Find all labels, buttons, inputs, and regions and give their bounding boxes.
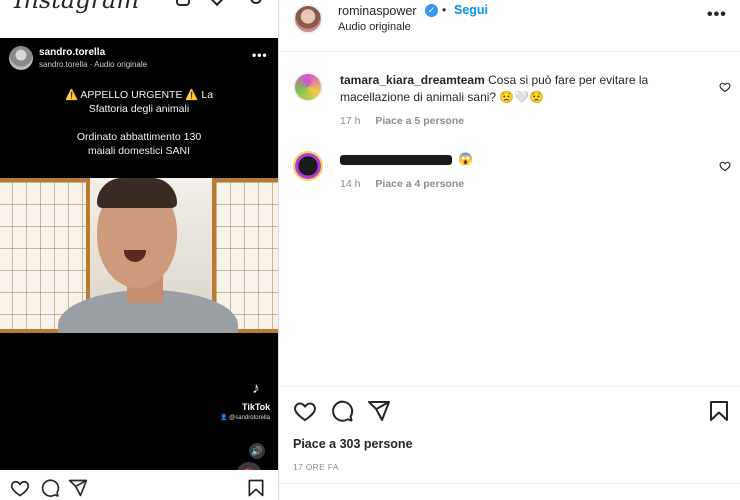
video-caption-line: Sfattoria degli animali bbox=[88, 103, 190, 115]
comment-likes[interactable]: Piace a 4 persone bbox=[375, 178, 464, 190]
instagram-post-view: Instagram sandro.torella sandro.torella … bbox=[0, 0, 740, 500]
video-caption-line: ⚠️ APPELLO URGENTE ⚠️ La bbox=[64, 89, 214, 101]
video-author-avatar[interactable] bbox=[9, 46, 33, 70]
mute-button[interactable]: 🔇 bbox=[236, 462, 262, 470]
video-caption-line: Ordinato abbattimento 130 bbox=[76, 131, 202, 143]
commenter-avatar[interactable] bbox=[293, 72, 323, 102]
video-frame bbox=[0, 178, 278, 333]
comment-likes[interactable]: Piace a 5 persone bbox=[375, 115, 464, 127]
post-details-panel: rominaspower ✓ • Segui Audio originale •… bbox=[279, 0, 740, 500]
video-more-icon[interactable]: ••• bbox=[252, 48, 268, 62]
tiktok-logo-icon: ♪ bbox=[252, 380, 260, 397]
commenter-username[interactable]: tamara_kiara_dreamteam bbox=[340, 73, 485, 87]
post-timestamp[interactable]: 17 ORE FA bbox=[293, 462, 339, 472]
video-column: Instagram sandro.torella sandro.torella … bbox=[0, 0, 278, 500]
audio-original-link[interactable]: Audio originale bbox=[338, 21, 411, 33]
author-username[interactable]: rominaspower bbox=[338, 4, 417, 18]
comment-meta: 17 h Piace a 5 persone bbox=[340, 115, 464, 127]
post-actions-bar: Piace a 303 persone 17 ORE FA bbox=[279, 386, 740, 500]
tiktok-handle: 👤 @sandrotorella bbox=[220, 415, 270, 421]
verified-badge-icon: ✓ bbox=[425, 4, 438, 17]
video-actions bbox=[0, 470, 278, 500]
post-header: rominaspower ✓ • Segui Audio originale •… bbox=[279, 0, 740, 52]
comment-body: tamara_kiara_dreamteam Cosa si può fare … bbox=[340, 72, 702, 106]
author-avatar[interactable] bbox=[293, 4, 323, 34]
person-hair bbox=[97, 178, 177, 208]
tiktok-watermark: TikTok bbox=[242, 402, 271, 412]
video-caption-line: maiali domestici SANI bbox=[87, 145, 191, 157]
video-author-name[interactable]: sandro.torella bbox=[39, 47, 105, 58]
comment-time[interactable]: 14 h bbox=[340, 178, 360, 190]
comment-text: 😱 bbox=[458, 152, 474, 166]
commenter-username-redacted[interactable] bbox=[340, 154, 452, 165]
more-options-icon[interactable]: ••• bbox=[707, 6, 727, 24]
commenter-avatar[interactable] bbox=[293, 151, 323, 181]
bookmark-icon[interactable] bbox=[707, 399, 731, 423]
comment-meta: 14 h Piace a 4 persone bbox=[340, 178, 464, 190]
activity-icon[interactable] bbox=[250, 0, 262, 4]
post-likes-count[interactable]: Piace a 303 persone bbox=[293, 437, 413, 451]
share-icon[interactable] bbox=[367, 399, 391, 423]
comment-heart-icon[interactable] bbox=[719, 81, 731, 93]
comment-body: 😱 bbox=[340, 151, 702, 168]
share-icon[interactable] bbox=[68, 478, 88, 498]
comment-heart-icon[interactable] bbox=[719, 160, 731, 172]
comment-time[interactable]: 17 h bbox=[340, 115, 360, 127]
add-comment-area[interactable] bbox=[279, 483, 740, 500]
video-caption-block-2: Ordinato abbattimento 130 maiali domesti… bbox=[0, 130, 278, 158]
video-caption-block-1: ⚠️ APPELLO URGENTE ⚠️ La Sfattoria degli… bbox=[0, 88, 278, 116]
comment-icon[interactable] bbox=[40, 478, 60, 498]
explore-icon[interactable] bbox=[209, 0, 225, 7]
top-nav-strip: Instagram bbox=[0, 0, 278, 38]
sound-icon[interactable]: 🔊 bbox=[249, 443, 265, 459]
reel-video[interactable]: sandro.torella sandro.torella · Audio or… bbox=[0, 38, 278, 470]
heart-icon[interactable] bbox=[10, 478, 30, 498]
heart-icon[interactable] bbox=[293, 399, 317, 423]
brand-logo[interactable]: Instagram bbox=[14, 0, 139, 14]
video-author-subline: sandro.torella · Audio originale bbox=[39, 60, 148, 69]
separator-dot: • bbox=[442, 3, 447, 17]
follow-button[interactable]: Segui bbox=[454, 3, 488, 17]
new-post-icon[interactable] bbox=[176, 0, 190, 6]
comment-icon[interactable] bbox=[330, 399, 354, 423]
bookmark-icon[interactable] bbox=[246, 478, 266, 498]
